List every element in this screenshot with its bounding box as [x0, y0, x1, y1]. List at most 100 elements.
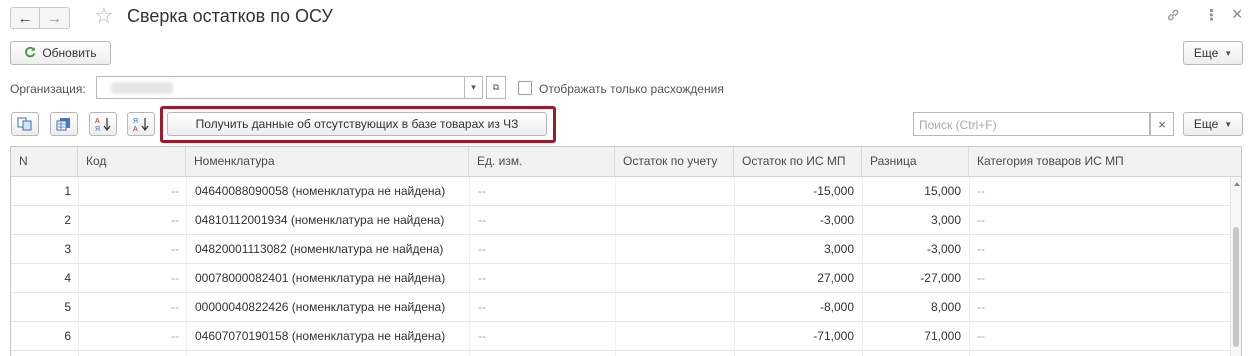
table-row[interactable]: 2 -- 04810112001934 (номенклатура не найде…	[11, 206, 1231, 235]
cell-code: --	[171, 242, 179, 256]
get-missing-goods-button[interactable]: Получить данные об отсутствующих в базе …	[167, 112, 547, 136]
svg-text:А: А	[95, 118, 100, 125]
svg-text:Я: Я	[95, 126, 100, 132]
get-missing-goods-label: Получить данные об отсутствующих в базе …	[195, 117, 519, 131]
table-header: N Код Номенклатура Ед. изм. Остаток по у…	[11, 147, 1241, 177]
fill-button[interactable]	[50, 112, 78, 136]
cell-category: --	[977, 300, 985, 314]
refresh-icon	[24, 46, 36, 60]
organization-input[interactable]	[96, 76, 465, 99]
favorite-star-icon[interactable]: ☆	[94, 5, 114, 27]
copy-icon	[17, 117, 32, 131]
cell-n: 5	[64, 300, 71, 314]
more-vertical-icon[interactable]: ⋮	[1204, 8, 1219, 23]
cell-unit: --	[478, 329, 486, 343]
forward-button[interactable]: →	[40, 7, 70, 29]
cell-ismp-remain: -71,000	[813, 329, 854, 343]
chevron-down-icon: ▾	[471, 82, 476, 92]
column-header-category[interactable]: Категория товаров ИС МП	[969, 147, 1241, 176]
organization-value-blurred	[111, 82, 173, 94]
cell-category: --	[977, 242, 985, 256]
column-header-unit[interactable]: Ед. изм.	[469, 147, 615, 176]
cell-item: 04607070190158 (номенклатура не найдена)	[195, 329, 446, 343]
chevron-down-icon: ▼	[1224, 48, 1233, 58]
cell-accounting-remain	[615, 264, 727, 292]
cell-category: --	[977, 184, 985, 198]
cell-unit: --	[478, 300, 486, 314]
svg-text:Я: Я	[133, 118, 138, 125]
cell-item: 04820001113082 (номенклатура не найдена)	[195, 242, 444, 256]
table-fill-icon	[56, 118, 70, 131]
cell-code: --	[171, 300, 179, 314]
cell-item: 00078000082401 (номенклатура не найдена)	[195, 271, 446, 285]
cell-ismp-remain: -15,000	[813, 184, 854, 198]
cell-item: 00000040822426 (номенклатура не найдена)	[195, 300, 446, 314]
cell-unit: --	[478, 271, 486, 285]
cell-ismp-remain: -3,000	[819, 213, 854, 227]
arrow-left-icon: ←	[17, 9, 33, 27]
cell-ismp-remain: 3,000	[823, 242, 854, 256]
cell-n: 3	[64, 242, 71, 256]
table-row[interactable]: 5 -- 00000040822426 (номенклатура не найде…	[11, 293, 1231, 322]
cell-difference: -3,000	[926, 242, 961, 256]
refresh-button[interactable]: Обновить	[10, 41, 111, 65]
cell-category: --	[977, 271, 985, 285]
search-placeholder: Поиск (Ctrl+F)	[919, 118, 997, 132]
remains-table[interactable]: N Код Номенклатура Ед. изм. Остаток по у…	[10, 146, 1242, 356]
cell-ismp-remain: 27,000	[817, 271, 854, 285]
link-icon-svg	[1167, 9, 1179, 21]
more-button[interactable]: Еще ▼	[1183, 41, 1243, 65]
close-icon: ×	[1158, 116, 1166, 132]
search-input[interactable]: Поиск (Ctrl+F)	[913, 112, 1150, 136]
organization-dropdown-button[interactable]: ▾	[464, 76, 483, 99]
only-differences-label: Отображать только расхождения	[539, 82, 724, 96]
cell-unit: --	[478, 184, 486, 198]
cell-category: --	[977, 329, 985, 343]
table-more-label: Еще	[1193, 117, 1219, 131]
column-header-code[interactable]: Код	[78, 147, 186, 176]
table-row[interactable]: 1 -- 04640088090058 (номенклатура не найде…	[11, 177, 1231, 206]
cell-accounting-remain	[615, 206, 727, 234]
link-icon[interactable]	[1166, 8, 1180, 25]
cell-n: 1	[64, 184, 71, 198]
sort-ascending-button[interactable]: АЯ	[89, 112, 117, 136]
refresh-label: Обновить	[42, 46, 97, 60]
cell-difference: 15,000	[924, 184, 961, 198]
cell-code: --	[171, 184, 179, 198]
column-header-item[interactable]: Номенклатура	[186, 147, 469, 176]
scroll-up-icon[interactable]	[1234, 182, 1240, 186]
cell-item: 04810112001934 (номенклатура не найдена)	[195, 213, 445, 227]
scrollbar-thumb[interactable]	[1233, 227, 1239, 347]
back-button[interactable]: ←	[10, 7, 40, 29]
table-row[interactable]: 6 -- 04607070190158 (номенклатура не найде…	[11, 322, 1231, 351]
column-header-n[interactable]: N	[11, 147, 78, 176]
copy-button[interactable]	[11, 112, 39, 136]
table-row[interactable]: 3 -- 04820001113082 (номенклатура не найде…	[11, 235, 1231, 264]
search-clear-button[interactable]: ×	[1150, 112, 1174, 136]
more-label: Еще	[1193, 46, 1219, 60]
column-header-difference[interactable]: Разница	[862, 147, 969, 176]
close-icon[interactable]: ×	[1232, 5, 1243, 23]
sort-descending-button[interactable]: ЯА	[127, 112, 155, 136]
column-header-accounting-remain[interactable]: Остаток по учету	[615, 147, 734, 176]
chevron-down-icon: ▼	[1224, 119, 1233, 129]
cell-code: --	[171, 329, 179, 343]
cell-accounting-remain	[615, 235, 727, 263]
sort-descending-icon: ЯА	[133, 118, 149, 132]
cell-item: 04640088090058 (номенклатура не найдена)	[195, 184, 446, 198]
arrow-right-icon: →	[47, 9, 62, 27]
cell-difference: 3,000	[930, 213, 961, 227]
cell-category: --	[977, 213, 985, 227]
column-header-ismp-remain[interactable]: Остаток по ИС МП	[734, 147, 862, 176]
svg-text:А: А	[133, 126, 138, 132]
organization-open-button[interactable]: ⧉	[486, 76, 506, 99]
cell-code: --	[171, 213, 179, 227]
cell-code: --	[171, 271, 179, 285]
page-title: Сверка остатков по ОСУ	[127, 6, 333, 26]
only-differences-checkbox[interactable]	[518, 81, 532, 95]
vertical-scrollbar[interactable]	[1230, 177, 1241, 356]
table-more-button[interactable]: Еще ▼	[1183, 112, 1243, 136]
cell-unit: --	[478, 242, 486, 256]
table-row[interactable]: 4 -- 00078000082401 (номенклатура не найде…	[11, 264, 1231, 293]
open-window-icon: ⧉	[492, 82, 500, 92]
